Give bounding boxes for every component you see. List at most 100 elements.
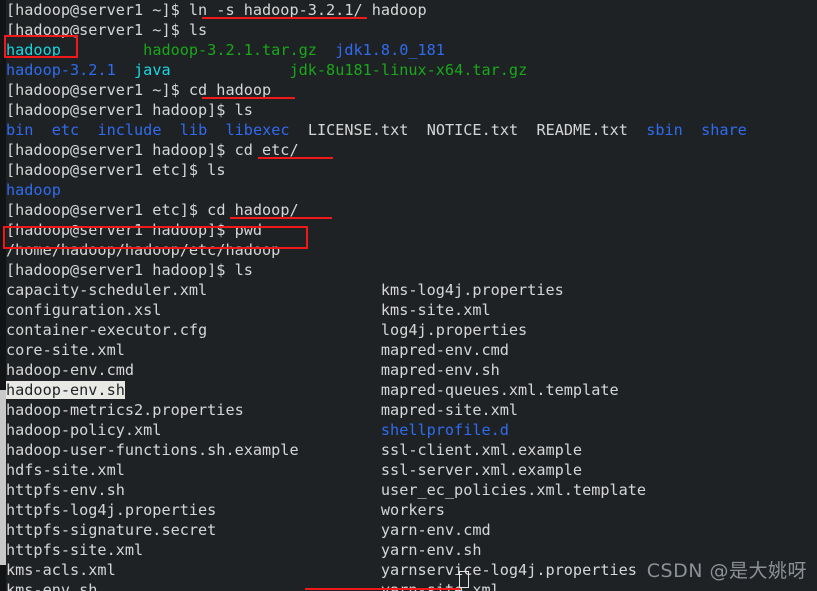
terminal-line: hadoop-3.2.1 java jdk-8u181-linux-x64.ta… (6, 60, 817, 80)
listing-symlink-hadoop: hadoop (6, 41, 61, 59)
listing-symlink-java: java (134, 61, 171, 79)
command-ls: ls (207, 161, 226, 179)
file-listing-row: hadoop-env.sh mapred-queues.xml.template (6, 380, 817, 400)
file-listing-entry: hadoop-env.cmd (6, 361, 135, 379)
file-listing-entry: log4j.properties (380, 321, 528, 339)
file-listing-row: hadoop-env.cmd mapred-env.sh (6, 360, 817, 380)
terminal-screen[interactable]: [hadoop@server1 ~]$ ln -s hadoop-3.2.1/ … (6, 0, 817, 591)
terminal-line: [hadoop@server1 ~]$ cd hadoop (6, 80, 817, 100)
file-listing-entry: hdfs-site.xml (6, 461, 125, 479)
file-listing-entry: hadoop-metrics2.properties (6, 401, 244, 419)
shell-prompt: [hadoop@server1 ~]$ (6, 1, 189, 19)
file-listing-entry: ssl-server.xml.example (380, 461, 583, 479)
terminal-line: bin etc include lib libexec LICENSE.txt … (6, 120, 817, 140)
terminal-line: [hadoop@server1 etc]$ cd hadoop/ (6, 200, 817, 220)
file-listing-row: hadoop-policy.xml shellprofile.d (6, 420, 817, 440)
file-listing-entry: workers (380, 501, 445, 519)
file-listing-row: hadoop-metrics2.properties mapred-site.x… (6, 400, 817, 420)
terminal-line: [hadoop@server1 hadoop]$ cd etc/ (6, 140, 817, 160)
listing-dir-sbin: sbin (646, 121, 683, 139)
listing-dir-hadoop-3-2-1: hadoop-3.2.1 (6, 61, 116, 79)
file-listing-entry: hadoop-user-functions.sh.example (6, 441, 299, 459)
file-listing-entry: mapred-site.xml (380, 401, 519, 419)
file-listing-entry: user_ec_policies.xml.template (380, 481, 647, 499)
file-listing-entry: hadoop-env.sh (6, 381, 125, 399)
file-listing-entry: capacity-scheduler.xml (6, 281, 208, 299)
file-listing-entry: mapred-queues.xml.template (380, 381, 619, 399)
command-pwd: pwd (234, 221, 263, 239)
terminal-line: hadoop (6, 180, 817, 200)
shell-prompt: [hadoop@server1 etc]$ (6, 161, 208, 179)
terminal-line: hadoop hadoop-3.2.1.tar.gz jdk1.8.0_181 (6, 40, 817, 60)
terminal-window[interactable]: [hadoop@server1 ~]$ ln -s hadoop-3.2.1/ … (0, 0, 817, 591)
file-listing-row: hdfs-site.xml ssl-server.xml.example (6, 460, 817, 480)
file-listing-entry: container-executor.cfg (6, 321, 208, 339)
file-listing-row: httpfs-log4j.properties workers (6, 500, 817, 520)
file-listing-entry: core-site.xml (6, 341, 125, 359)
listing-dir-include: include (97, 121, 162, 139)
listing-archive-jdk-tar: jdk-8u181-linux-x64.tar.gz (289, 61, 528, 79)
listing-dir-jdk: jdk1.8.0_181 (335, 41, 445, 59)
file-listing-entry: configuration.xsl (6, 301, 162, 319)
file-listing: capacity-scheduler.xml kms-log4j.propert… (6, 280, 817, 591)
file-listing-row: core-site.xml mapred-env.cmd (6, 340, 817, 360)
file-listing-entry: yarn-env.cmd (380, 521, 491, 539)
shell-prompt: [hadoop@server1 hadoop]$ (6, 261, 235, 279)
file-listing-entry: yarnservice-log4j.properties (380, 561, 637, 579)
listing-dir-bin: bin (6, 121, 34, 139)
file-listing-entry: httpfs-env.sh (6, 481, 125, 499)
terminal-line: [hadoop@server1 hadoop]$ ls (6, 100, 817, 120)
file-listing-row: configuration.xsl kms-site.xml (6, 300, 817, 320)
file-listing-entry: httpfs-log4j.properties (6, 501, 217, 519)
annotation-underline-vim-command (305, 588, 460, 590)
command-ls: ls (234, 261, 253, 279)
listing-dir-share: share (701, 121, 747, 139)
listing-file-license: LICENSE.txt (307, 121, 409, 139)
listing-dir-lib: lib (179, 121, 208, 139)
listing-dir-hadoop: hadoop (6, 181, 61, 199)
annotation-underline-cd-etc (258, 157, 333, 159)
annotation-underline-cd-hadoop (202, 97, 295, 99)
terminal-line: [hadoop@server1 hadoop]$ ls (6, 260, 817, 280)
file-listing-entry: ssl-client.xml.example (380, 441, 583, 459)
annotation-underline-cd-hadoop-slash (230, 217, 332, 219)
file-listing-row: httpfs-env.sh user_ec_policies.xml.templ… (6, 480, 817, 500)
file-listing-entry: httpfs-signature.secret (6, 521, 217, 539)
file-listing-entry: shellprofile.d (380, 421, 509, 439)
command-ls: ls (234, 101, 253, 119)
command-ls: ls (188, 21, 208, 39)
shell-prompt: [hadoop@server1 etc]$ (6, 201, 208, 219)
file-listing-row: capacity-scheduler.xml kms-log4j.propert… (6, 280, 817, 300)
pwd-output-path: /home/hadoop/hadoop/etc/hadoop (6, 241, 281, 259)
terminal-line: [hadoop@server1 hadoop]$ pwd (6, 220, 817, 240)
shell-prompt: [hadoop@server1 hadoop]$ (6, 141, 235, 159)
annotation-underline-ln-command (202, 17, 367, 19)
terminal-cursor (459, 571, 469, 588)
listing-archive-hadoop-tar: hadoop-3.2.1.tar.gz (143, 41, 317, 59)
file-listing-entry: yarn-env.sh (380, 541, 482, 559)
file-listing-entry: mapred-env.cmd (380, 341, 509, 359)
shell-prompt: [hadoop@server1 ~]$ (6, 21, 189, 39)
terminal-line: /home/hadoop/hadoop/etc/hadoop (6, 240, 817, 260)
file-listing-entry: kms-acls.xml (6, 561, 116, 579)
file-listing-row: httpfs-signature.secret yarn-env.cmd (6, 520, 817, 540)
